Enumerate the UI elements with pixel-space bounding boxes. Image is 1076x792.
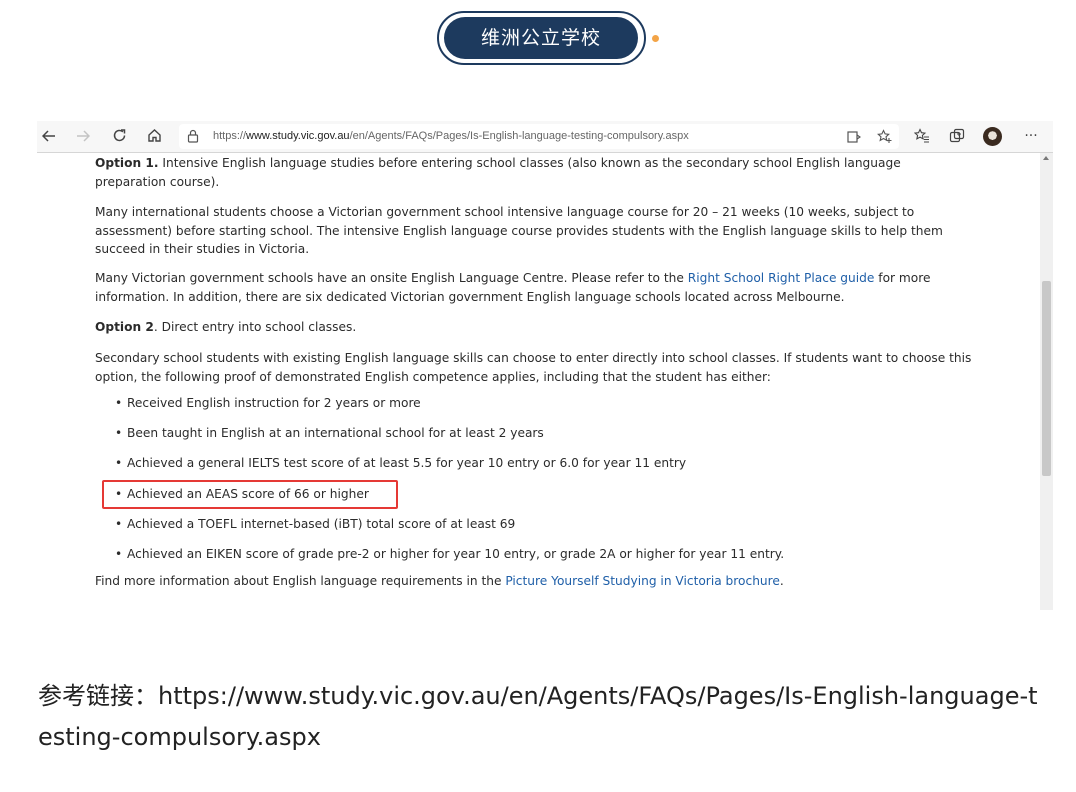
list-item: Been taught in English at an internation… (115, 424, 544, 443)
elc-text-a: Many Victorian government schools have a… (95, 271, 688, 285)
list-item: Achieved an EIKEN score of grade pre-2 o… (115, 545, 784, 564)
refresh-icon[interactable] (107, 124, 131, 148)
address-bar[interactable]: https://www.study.vic.gov.au/en/Agents/F… (179, 124, 899, 149)
accent-dot (652, 35, 659, 42)
option1-text: Intensive English language studies befor… (95, 156, 901, 189)
scroll-up-arrow-icon[interactable] (1043, 156, 1049, 160)
lock-icon[interactable] (187, 129, 199, 143)
list-item: Achieved a general IELTS test score of a… (115, 454, 686, 473)
browser-toolbar: https://www.study.vic.gov.au/en/Agents/F… (37, 121, 1053, 153)
more-icon[interactable]: ··· (1019, 124, 1043, 148)
right-school-guide-link[interactable]: Right School Right Place guide (688, 271, 875, 285)
brochure-link[interactable]: Picture Yourself Studying in Victoria br… (505, 574, 780, 588)
title-badge: 维洲公立学校 (437, 11, 659, 65)
reference-url: https://www.study.vic.gov.au/en/Agents/F… (38, 682, 1038, 751)
list-item: Received English instruction for 2 years… (115, 394, 421, 413)
direct-entry-paragraph: Secondary school students with existing … (95, 351, 972, 384)
reference-text: 参考链接：https://www.study.vic.gov.au/en/Age… (38, 676, 1048, 758)
back-icon[interactable] (37, 124, 61, 148)
brochure-text-a: Find more information about English lang… (95, 574, 506, 588)
collections-icon[interactable] (945, 124, 969, 148)
option2-text: . Direct entry into school classes. (153, 320, 357, 334)
profile-avatar[interactable] (983, 127, 1002, 146)
url-prefix: https:// (213, 130, 247, 142)
url-text[interactable]: https://www.study.vic.gov.au/en/Agents/F… (213, 124, 689, 149)
list-item: Achieved a TOEFL internet-based (iBT) to… (115, 515, 515, 534)
option1-paragraph: Option 1. Intensive English language stu… (95, 154, 925, 191)
url-host: www.study.vic.gov.au (246, 130, 350, 142)
forward-icon[interactable] (71, 124, 95, 148)
option2-paragraph: Option 2. Direct entry into school class… (95, 318, 975, 337)
favorites-icon[interactable] (910, 124, 934, 148)
scroll-thumb[interactable] (1042, 281, 1051, 476)
brochure-paragraph: Find more information about English lang… (95, 572, 975, 591)
option1-label: Option 1. (95, 156, 159, 170)
url-path: /en/Agents/FAQs/Pages/Is-English-languag… (349, 130, 689, 142)
favorite-add-icon[interactable] (875, 128, 893, 146)
intro-paragraph: Many international students choose a Vic… (95, 205, 943, 256)
title-badge-label: 维洲公立学校 (444, 17, 638, 59)
browser-screenshot: https://www.study.vic.gov.au/en/Agents/F… (37, 121, 1053, 610)
highlight-box (102, 480, 398, 509)
reader-icon[interactable] (845, 128, 863, 146)
home-icon[interactable] (142, 124, 166, 148)
scrollbar[interactable] (1040, 153, 1053, 610)
elc-paragraph: Many Victorian government schools have a… (95, 269, 975, 306)
reference-label: 参考链接： (38, 682, 158, 710)
option2-label: Option 2 (95, 320, 154, 334)
brochure-text-b: . (779, 574, 784, 588)
